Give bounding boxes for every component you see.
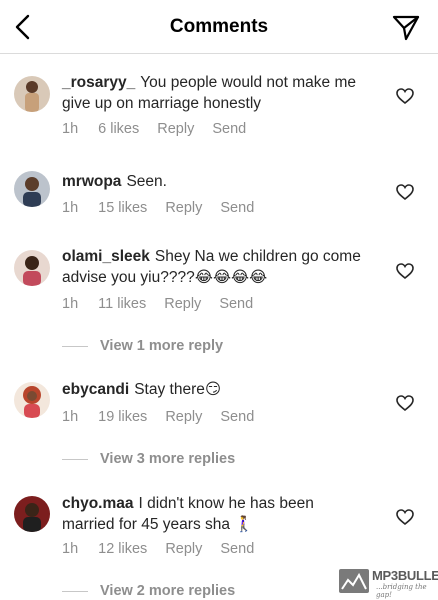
reply-button[interactable]: Reply — [165, 541, 202, 557]
comment-username[interactable]: _rosaryy_ — [62, 74, 135, 91]
view-more-replies[interactable]: View 1 more reply — [62, 338, 223, 354]
comment-text: _rosaryy_ You people would not make me gi… — [62, 72, 362, 114]
view-more-replies[interactable]: View 3 more replies — [62, 451, 235, 467]
heart-icon[interactable] — [396, 184, 414, 200]
comment-meta: 1h 15 likes Reply Send — [62, 200, 272, 216]
comment-meta: 1h 11 likes Reply Send — [62, 296, 271, 312]
heart-icon[interactable] — [396, 263, 414, 279]
send-button[interactable]: Send — [212, 121, 246, 137]
comment-time: 1h — [62, 541, 79, 557]
avatar[interactable] — [14, 171, 50, 207]
comment-text: chyo.maa I didn't know he has been marrie… — [62, 493, 362, 535]
comment-likes[interactable]: 15 likes — [98, 200, 147, 216]
replies-divider — [62, 590, 88, 592]
comment-text: mrwopa Seen. — [62, 171, 362, 192]
heart-icon[interactable] — [396, 509, 414, 525]
avatar[interactable] — [14, 76, 50, 112]
comment-time: 1h — [62, 296, 79, 312]
replies-divider — [62, 345, 88, 347]
heart-icon[interactable] — [396, 395, 414, 411]
comment-time: 1h — [62, 200, 79, 216]
comment-text: olami_sleek Shey Na we children go come a… — [62, 246, 362, 288]
mp3bullet-watermark: MP3BULLET ...bridging the gap! — [338, 566, 438, 599]
reply-button[interactable]: Reply — [157, 121, 194, 137]
comment-time: 1h — [62, 409, 79, 425]
comment-likes[interactable]: 19 likes — [98, 409, 147, 425]
reply-button[interactable]: Reply — [165, 200, 202, 216]
comment-body: Seen. — [126, 173, 167, 190]
replies-divider — [62, 458, 88, 460]
send-button[interactable]: Send — [220, 200, 254, 216]
avatar[interactable] — [14, 250, 50, 286]
comment-text: ebycandi Stay there😏 — [62, 379, 362, 400]
watermark-brand: MP3BULLET — [372, 568, 438, 583]
comment-likes[interactable]: 11 likes — [98, 296, 146, 312]
heart-icon[interactable] — [396, 88, 414, 104]
watermark-tagline: ...bridging the gap! — [376, 583, 427, 599]
comment-meta: 1h 19 likes Reply Send — [62, 409, 272, 425]
avatar[interactable] — [14, 382, 50, 418]
page-title: Comments — [169, 16, 269, 37]
comment-meta: 1h 12 likes Reply Send — [62, 541, 272, 557]
reply-button[interactable]: Reply — [165, 409, 202, 425]
comment-username[interactable]: mrwopa — [62, 173, 121, 190]
comment-likes[interactable]: 12 likes — [98, 541, 147, 557]
comment-username[interactable]: ebycandi — [62, 381, 129, 398]
comment-meta: 1h 6 likes Reply Send — [62, 121, 264, 137]
comment-likes[interactable]: 6 likes — [98, 121, 139, 137]
reply-button[interactable]: Reply — [164, 296, 201, 312]
mp3bullet-logo-icon — [339, 569, 369, 593]
comments-header: Comments — [0, 0, 438, 54]
comment-time: 1h — [62, 121, 79, 137]
avatar[interactable] — [14, 496, 50, 532]
send-button[interactable]: Send — [220, 541, 254, 557]
comment-username[interactable]: chyo.maa — [62, 495, 134, 512]
send-button[interactable]: Send — [220, 409, 254, 425]
direct-message-icon[interactable] — [392, 15, 420, 41]
comment-body: Stay there😏 — [134, 381, 222, 398]
send-button[interactable]: Send — [219, 296, 253, 312]
view-more-replies[interactable]: View 2 more replies — [62, 583, 235, 599]
comment-username[interactable]: olami_sleek — [62, 248, 150, 265]
